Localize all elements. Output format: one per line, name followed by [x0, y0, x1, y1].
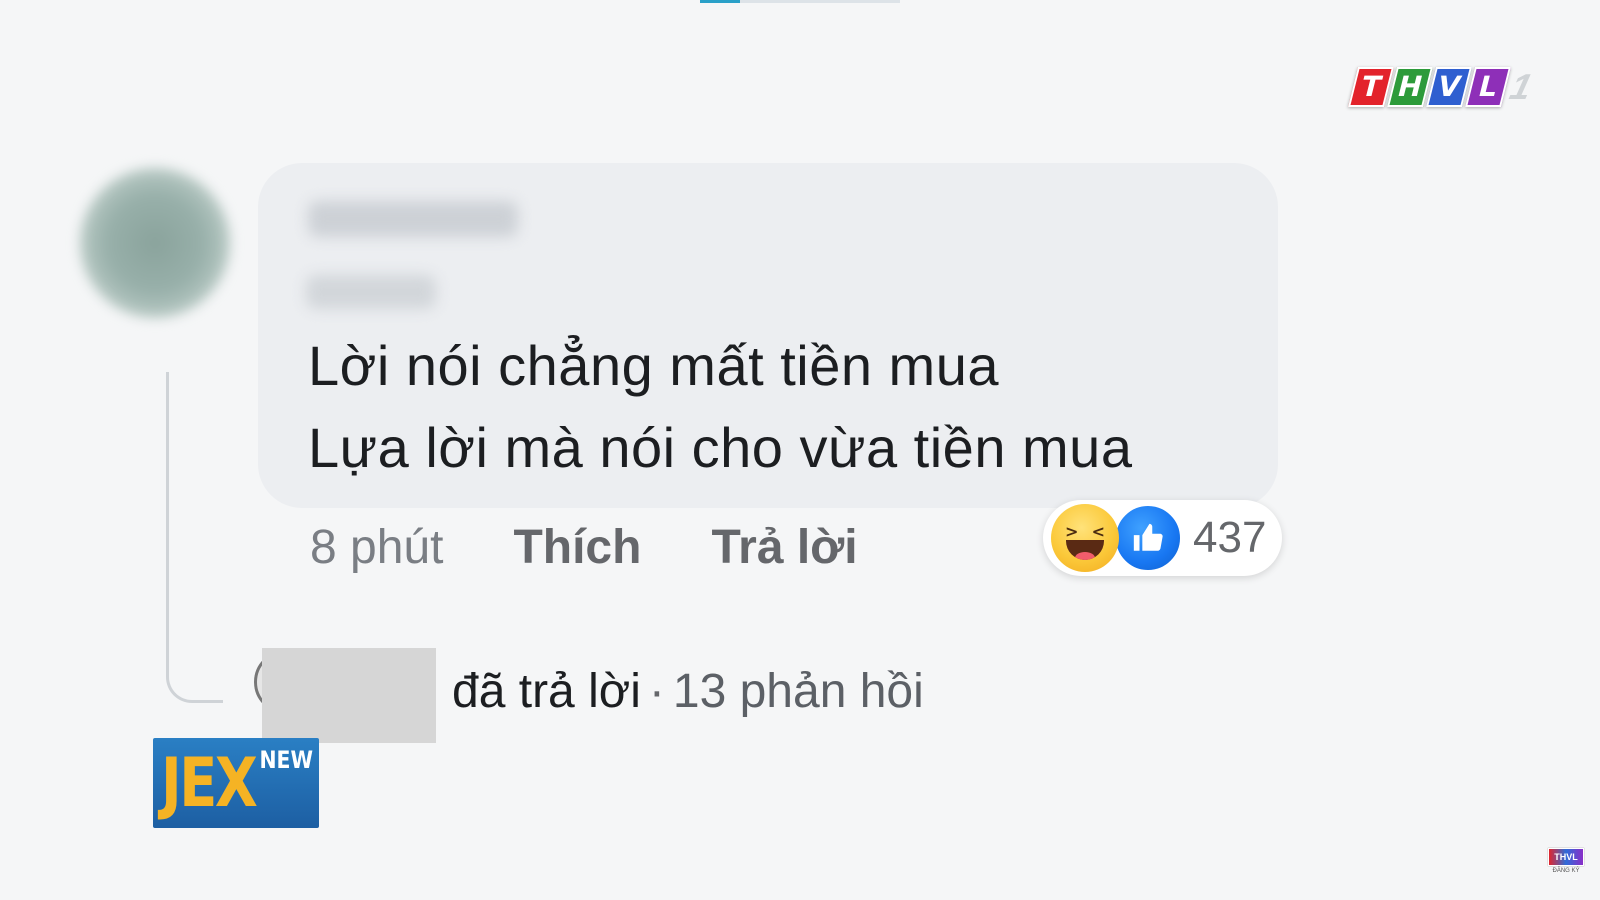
comment-timestamp[interactable]: 8 phút	[310, 520, 443, 575]
subscribe-mini-logo: THVL	[1548, 848, 1584, 866]
censored-reply-username	[262, 648, 436, 743]
thumbs-up-icon	[1133, 523, 1163, 551]
like-icon	[1113, 503, 1183, 573]
reactions-summary[interactable]: > < 437	[1043, 500, 1283, 576]
blurred-commenter-name[interactable]	[308, 201, 518, 237]
logo-letter-h: H	[1387, 67, 1433, 107]
logo-letter-v: V	[1426, 67, 1472, 107]
view-replies-link[interactable]: đã trả lời · 13 phản hồi	[452, 664, 924, 719]
comment-text-line-2: Lựa lời mà nói cho vừa tiền mua	[308, 416, 1133, 479]
comment-bubble: Lời nói chẳng mất tiền mua Lựa lời mà nó…	[258, 163, 1278, 508]
logo-letter-t: T	[1348, 67, 1394, 107]
reply-count: 13 phản hồi	[672, 665, 924, 718]
thvl-channel-logo: T H V L 1	[1348, 66, 1536, 108]
reply-action-text: đã trả lời	[452, 665, 641, 718]
reply-separator: ·	[648, 665, 665, 718]
commenter-avatar[interactable]	[80, 168, 230, 318]
comment-actions: 8 phút Thích Trả lời	[310, 520, 858, 575]
subscribe-button[interactable]: THVL ĐĂNG KÝ	[1548, 848, 1584, 874]
blurred-commenter-subtitle	[306, 275, 436, 309]
subscribe-label: ĐĂNG KÝ	[1552, 868, 1580, 874]
comment-text-line-1: Lời nói chẳng mất tiền mua	[308, 334, 999, 397]
jex-new-tag: NEW	[259, 746, 313, 774]
haha-eye-right-icon: <	[1091, 522, 1105, 541]
reply-button[interactable]: Trả lời	[711, 520, 857, 575]
logo-channel-number: 1	[1506, 66, 1537, 107]
like-button[interactable]: Thích	[513, 520, 641, 575]
jex-new-watermark-logo: JEX NEW	[153, 738, 319, 828]
reply-thread-line	[166, 372, 223, 703]
haha-mouth-icon	[1066, 540, 1104, 560]
reaction-count: 437	[1193, 513, 1267, 562]
haha-icon: > <	[1051, 504, 1119, 572]
logo-letter-l: L	[1465, 67, 1511, 107]
top-progress-accent	[700, 0, 740, 3]
haha-eye-left-icon: >	[1065, 522, 1079, 541]
top-progress-bar	[700, 0, 900, 3]
jex-brand-text: JEX	[161, 744, 258, 823]
